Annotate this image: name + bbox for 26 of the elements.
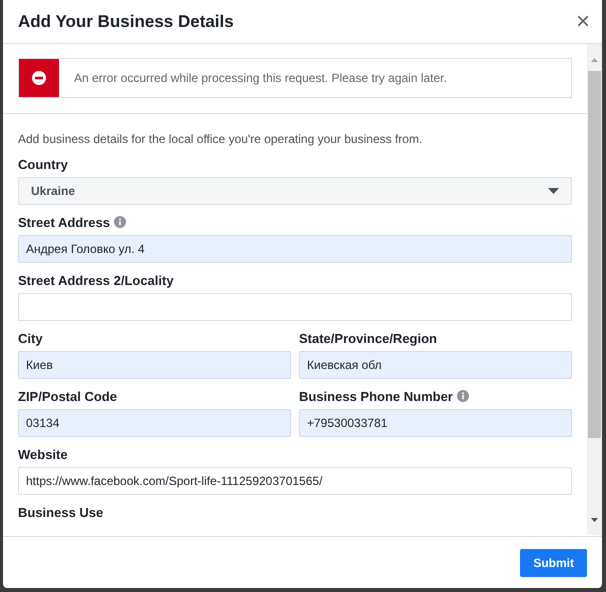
description-text: Add business details for the local office you're operating your business from. <box>18 131 424 148</box>
country-dropdown[interactable]: Ukraine <box>18 177 572 205</box>
field-label: Business Phone Number <box>299 388 453 405</box>
field-label: Business Use <box>18 504 104 521</box>
close-button[interactable]: × <box>572 10 594 34</box>
input-field[interactable]: Киевская обл <box>299 351 572 379</box>
error-icon <box>32 71 46 85</box>
input-field[interactable]: Киев <box>18 351 291 379</box>
info-icon[interactable] <box>114 216 126 228</box>
field-label: Country <box>18 156 68 173</box>
error-message: An error occurred while processing this request. Please try again later. <box>73 70 447 87</box>
field-label: Website <box>18 446 68 463</box>
field-label: Street Address <box>18 214 110 231</box>
field-label: Street Address 2/Locality <box>18 272 174 289</box>
info-icon[interactable] <box>456 390 469 402</box>
input-field[interactable]: Андрея Головко ул. 4 <box>18 235 572 263</box>
submit-button[interactable]: Submit <box>520 548 587 576</box>
field-label: City <box>18 330 43 347</box>
field-label: ZIP/Postal Code <box>18 388 117 405</box>
input-field[interactable]: +79530033781 <box>299 409 572 437</box>
dialog-title: Add Your Business Details <box>18 10 234 33</box>
input-field[interactable] <box>18 293 572 321</box>
field-label: State/Province/Region <box>299 330 437 347</box>
input-field[interactable]: 03134 <box>18 409 291 437</box>
input-field[interactable]: https://www.facebook.com/Sport-life-111259203701565/ <box>18 467 572 495</box>
caret-icon <box>548 188 559 194</box>
